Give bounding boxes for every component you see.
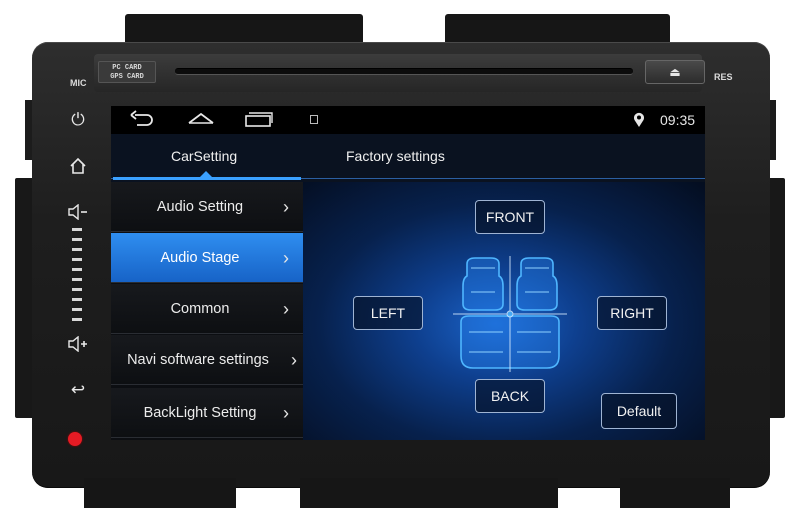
location-pin-icon xyxy=(634,112,644,127)
disc-slot[interactable] xyxy=(175,68,633,75)
record-indicator-icon xyxy=(68,432,82,446)
chevron-right-icon: › xyxy=(283,248,289,268)
menu-item-common[interactable]: Common › xyxy=(111,284,303,334)
reset-label[interactable]: RES xyxy=(714,72,733,82)
power-button[interactable]: ⏻ xyxy=(64,108,92,132)
nav-home-icon xyxy=(188,112,214,124)
chevron-right-icon: › xyxy=(283,197,289,217)
power-icon: ⏻ xyxy=(71,110,85,129)
volume-bar xyxy=(72,298,82,301)
mic-label: MIC xyxy=(70,78,87,88)
volume-bar xyxy=(72,238,82,241)
chevron-right-icon: › xyxy=(283,403,289,423)
right-button[interactable]: RIGHT xyxy=(597,296,667,330)
menu-item-audio-stage[interactable]: Audio Stage › xyxy=(111,233,303,283)
chevron-right-icon: › xyxy=(291,350,297,370)
tab-active-indicator xyxy=(113,177,301,180)
nav-back-button[interactable] xyxy=(129,110,159,130)
notification-icon xyxy=(310,115,318,124)
default-button[interactable]: Default xyxy=(601,393,677,429)
back-balance-button[interactable]: BACK xyxy=(475,379,545,413)
nav-home-button[interactable] xyxy=(187,110,217,130)
eject-button[interactable]: ⏏ xyxy=(645,60,705,84)
front-button[interactable]: FRONT xyxy=(475,200,545,234)
tab-factory-settings[interactable]: Factory settings xyxy=(346,148,445,164)
card-slot-label-1: PC CARD xyxy=(112,64,142,72)
back-arrow-icon: ↩ xyxy=(70,380,86,399)
chevron-right-icon: › xyxy=(283,299,289,319)
eject-icon: ⏏ xyxy=(669,65,681,79)
screen: 09:35 CarSetting Factory settings Audio … xyxy=(111,106,705,440)
audio-stage-panel: FRONT LEFT RIGHT BACK Default xyxy=(303,182,705,440)
nav-back-icon xyxy=(130,110,153,126)
back-button[interactable]: ↩ xyxy=(64,378,92,402)
menu-item-audio-setting[interactable]: Audio Setting › xyxy=(111,182,303,232)
volume-down-icon xyxy=(68,203,87,221)
menu-item-backlight-setting[interactable]: BackLight Setting › xyxy=(111,388,303,438)
volume-bar xyxy=(72,318,82,321)
mount-tab-bottom-right xyxy=(620,478,730,508)
clock: 09:35 xyxy=(660,112,696,128)
mount-tab-bottom-middle xyxy=(300,478,558,508)
volume-bar xyxy=(72,258,82,261)
nav-recent-apps-button[interactable] xyxy=(244,110,274,130)
menu-item-label: Common xyxy=(170,301,230,317)
volume-bar xyxy=(72,248,82,251)
tab-active-caret xyxy=(200,171,212,177)
menu-item-label: Navi software settings xyxy=(127,352,269,368)
menu-item-label: Audio Setting xyxy=(156,199,244,215)
settings-tab-bar: CarSetting Factory settings xyxy=(111,134,705,182)
volume-bar xyxy=(72,308,82,311)
card-slot-label-2: GPS CARD xyxy=(110,73,144,81)
tab-car-setting[interactable]: CarSetting xyxy=(171,148,237,164)
volume-down-button[interactable] xyxy=(64,200,92,224)
nav-recent-apps-icon xyxy=(245,112,273,127)
mount-tab-bottom-left xyxy=(84,478,236,508)
volume-up-button[interactable] xyxy=(64,332,92,356)
left-button[interactable]: LEFT xyxy=(353,296,423,330)
menu-item-navi-software-settings[interactable]: Navi software settings › xyxy=(111,335,303,385)
seat-front-left-icon xyxy=(462,257,504,311)
home-icon xyxy=(70,157,86,174)
seat-front-right-icon xyxy=(516,257,558,311)
volume-level-bars xyxy=(72,228,82,328)
menu-item-label: Audio Stage xyxy=(160,250,240,266)
volume-bar xyxy=(72,228,82,231)
home-button[interactable] xyxy=(64,154,92,178)
car-seats-diagram[interactable] xyxy=(453,256,567,372)
volume-bar xyxy=(72,278,82,281)
menu-item-label: BackLight Setting xyxy=(143,405,257,421)
volume-bar xyxy=(72,288,82,291)
volume-up-icon xyxy=(68,335,87,353)
card-slot[interactable]: PC CARD GPS CARD xyxy=(98,61,156,83)
volume-bar xyxy=(72,268,82,271)
android-status-bar: 09:35 xyxy=(111,106,705,134)
settings-menu: Audio Setting › Audio Stage › Common › N… xyxy=(111,182,303,440)
